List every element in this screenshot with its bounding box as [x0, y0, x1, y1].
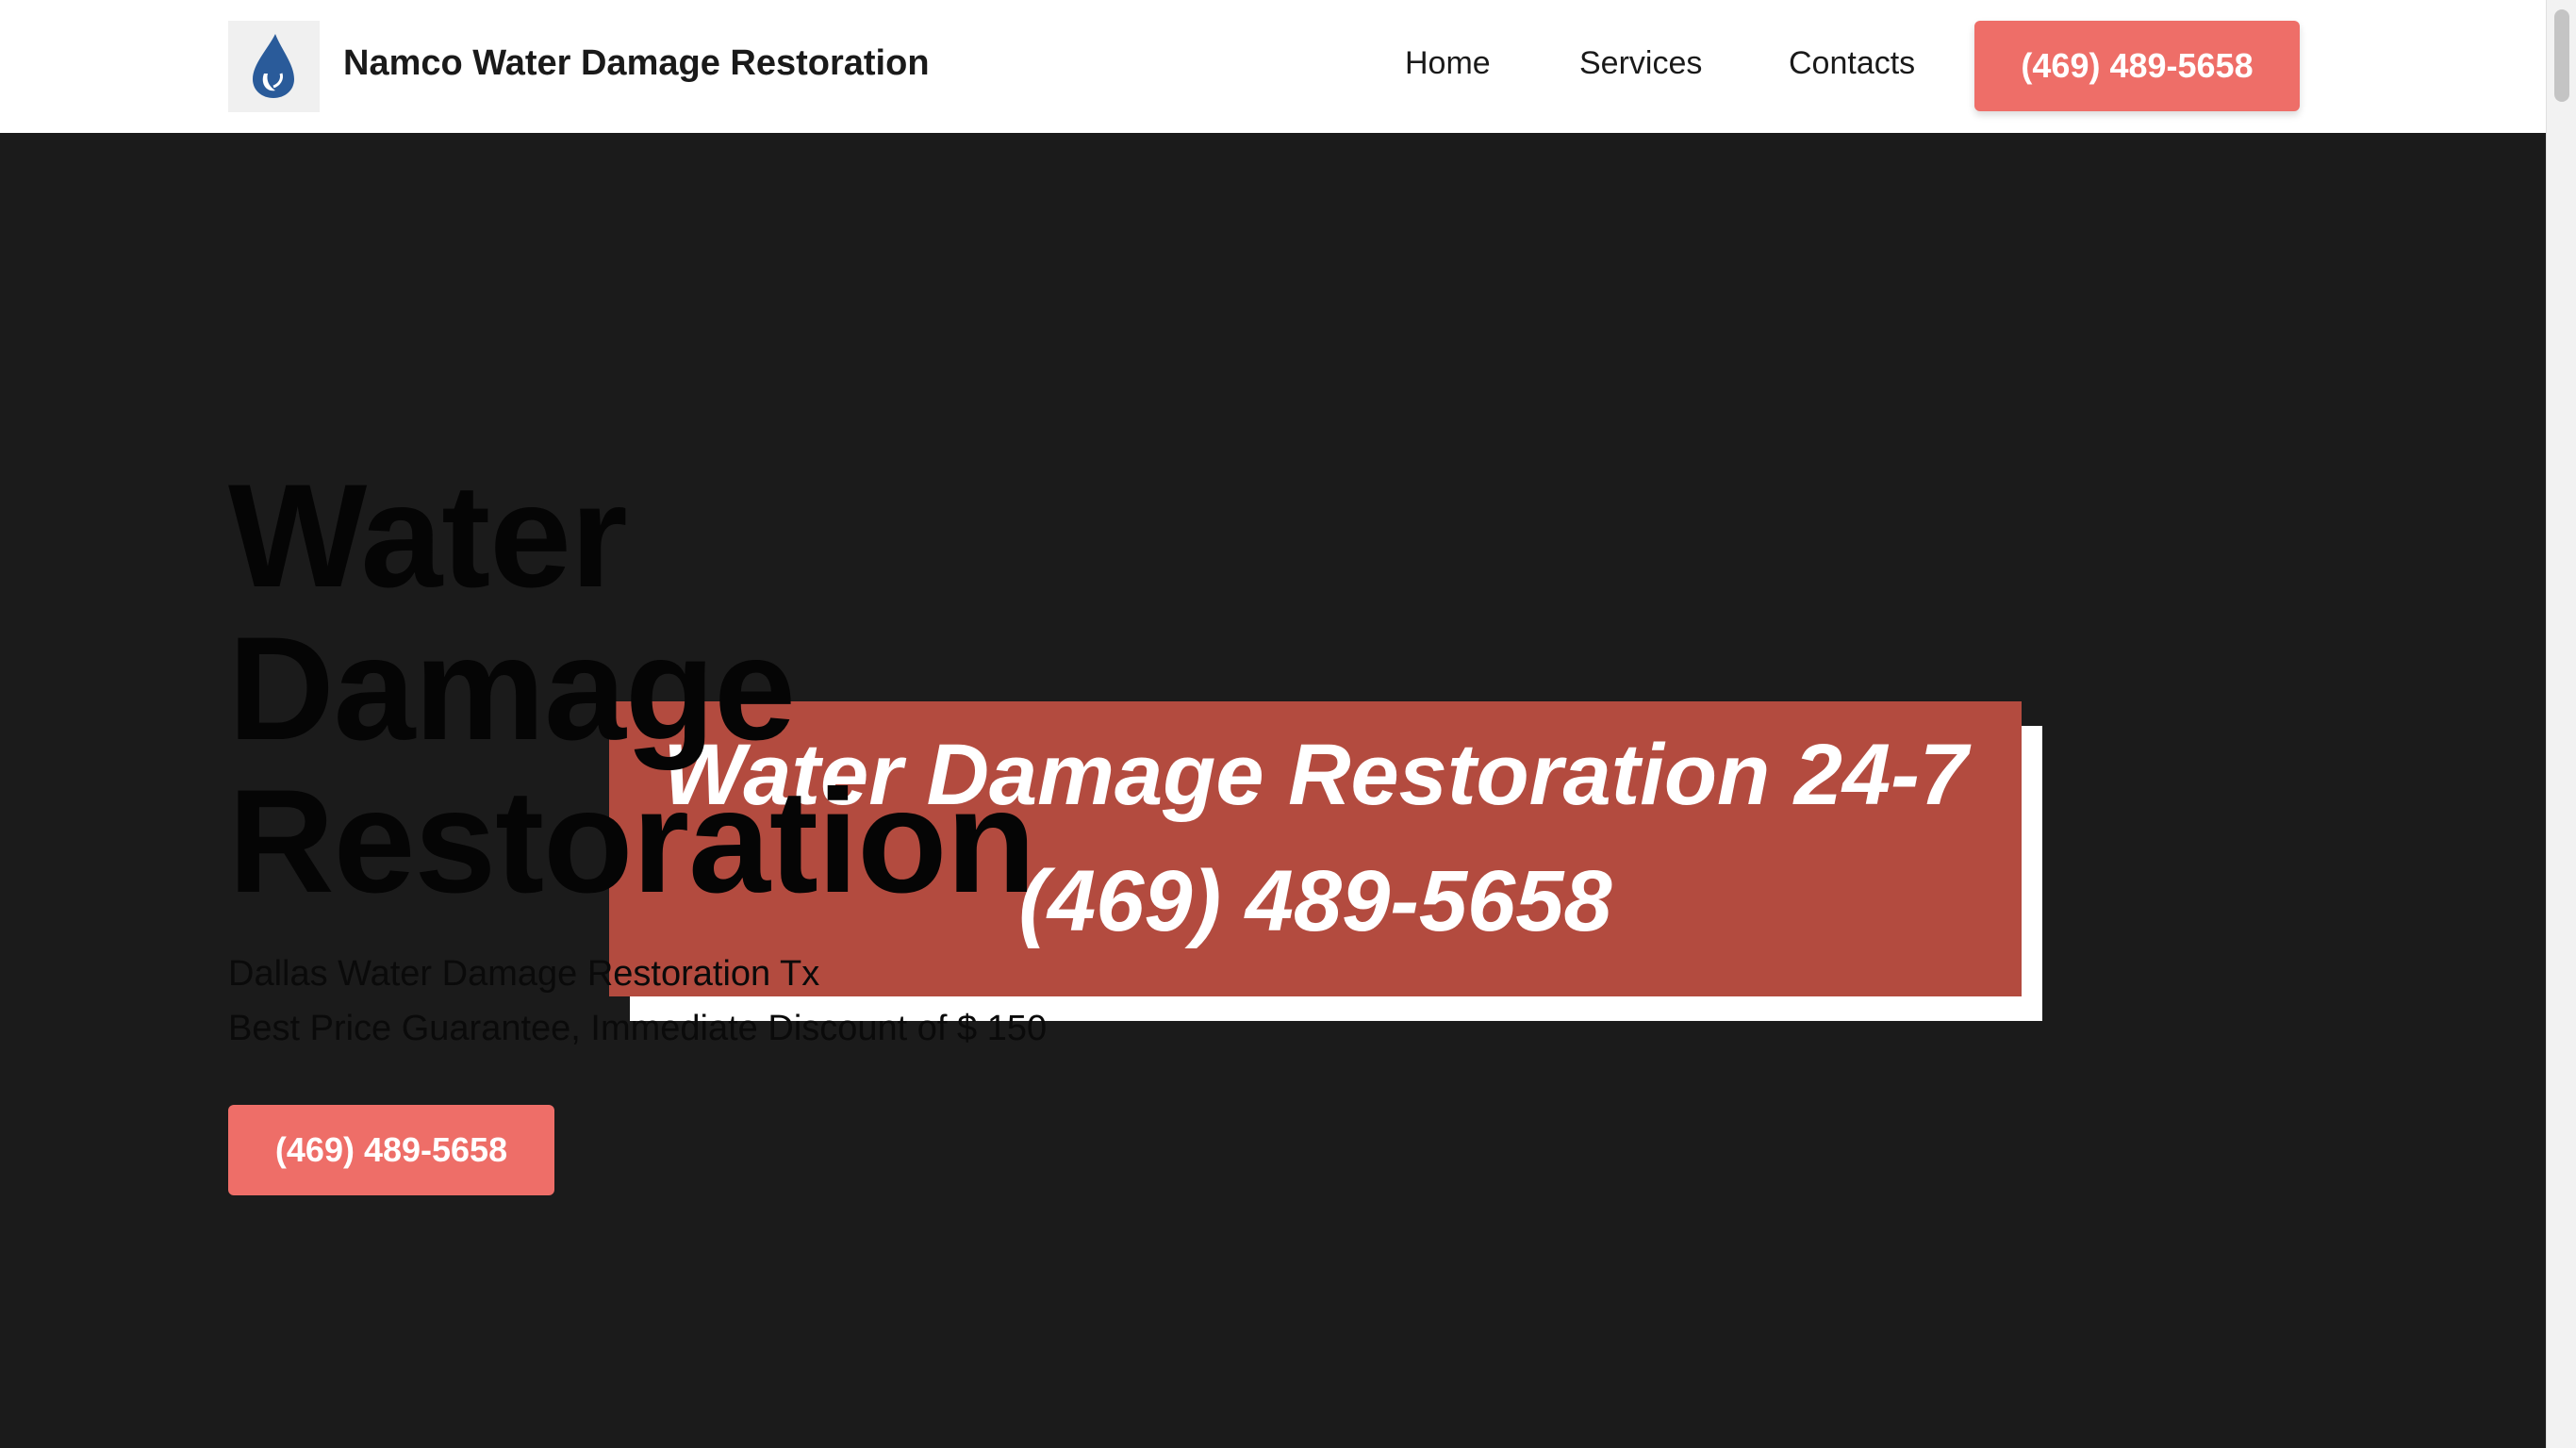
- brand-name[interactable]: Namco Water Damage Restoration: [343, 43, 930, 84]
- hero-title: Water Damage Restoration: [228, 454, 1036, 924]
- water-drop-icon: [253, 34, 294, 98]
- logo[interactable]: [228, 21, 320, 112]
- page-scrollbar[interactable]: [2546, 0, 2576, 1448]
- scrollbar-thumb[interactable]: [2554, 9, 2569, 102]
- nav-contacts-link[interactable]: Contacts: [1789, 45, 1915, 82]
- hero-title-line: Water: [228, 454, 628, 618]
- hero-title-line: Damage: [228, 607, 796, 771]
- page: Namco Water Damage Restoration Home Serv…: [0, 0, 2576, 1448]
- site-header: Namco Water Damage Restoration Home Serv…: [0, 0, 2546, 133]
- header-phone-button[interactable]: (469) 489-5658: [1974, 21, 2300, 111]
- hero-subtitle: Dallas Water Damage Restoration Tx: [228, 954, 820, 994]
- nav-services-link[interactable]: Services: [1579, 45, 1702, 82]
- hero-title-line: Restoration: [228, 760, 1036, 924]
- hero-phone-button[interactable]: (469) 489-5658: [228, 1105, 554, 1195]
- hero-offer-text: Best Price Guarantee, Immediate Discount…: [228, 1009, 1048, 1048]
- nav-home-link[interactable]: Home: [1405, 45, 1491, 82]
